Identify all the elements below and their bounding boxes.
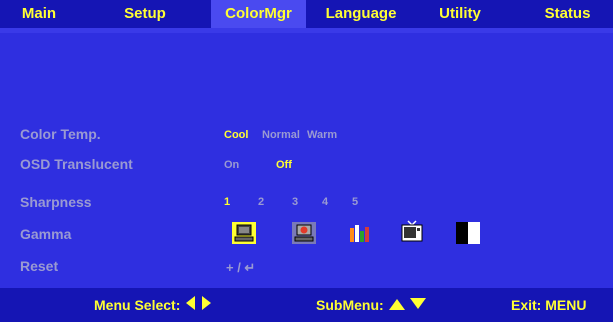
sharpness-option-5[interactable]: 5 (352, 196, 358, 208)
footer-bar: Menu Select: SubMenu: Exit: MENU (0, 288, 613, 322)
osd-translucent-option-off[interactable]: Off (276, 159, 292, 171)
osd-menu: Main Setup ColorMgr Language Utility Sta… (0, 0, 613, 322)
gamma-pc-icon[interactable] (232, 222, 256, 244)
sharpness-label: Sharpness (20, 194, 92, 210)
submenu-label: SubMenu: (316, 297, 384, 313)
tab-language[interactable]: Language (316, 0, 406, 28)
tab-bar: Main Setup ColorMgr Language Utility Sta… (0, 0, 613, 28)
tab-colormgr[interactable]: ColorMgr (211, 0, 306, 28)
tab-divider (0, 28, 613, 33)
arrow-right-icon (200, 289, 212, 323)
arrow-left-icon (184, 289, 196, 323)
color-temp-option-normal[interactable]: Normal (262, 129, 300, 141)
arrow-down-icon (409, 289, 427, 323)
gamma-chart-icon[interactable] (348, 222, 372, 244)
menu-select-hint: Menu Select: (94, 288, 212, 322)
tab-status[interactable]: Status (530, 0, 605, 28)
reset-hint[interactable]: + / ↵ (226, 260, 255, 276)
menu-select-label: Menu Select: (94, 297, 181, 313)
sharpness-option-4[interactable]: 4 (322, 196, 328, 208)
gamma-tv-icon[interactable] (400, 220, 424, 242)
gamma-label: Gamma (20, 226, 72, 242)
tab-setup[interactable]: Setup (100, 0, 190, 28)
color-temp-label: Color Temp. (20, 126, 101, 142)
sharpness-option-3[interactable]: 3 (292, 196, 298, 208)
color-temp-option-cool[interactable]: Cool (224, 129, 248, 141)
arrow-up-icon (388, 289, 406, 323)
osd-translucent-option-on[interactable]: On (224, 159, 239, 171)
tab-main[interactable]: Main (0, 0, 78, 28)
sharpness-option-2[interactable]: 2 (258, 196, 264, 208)
gamma-black-white-icon[interactable] (456, 222, 480, 244)
sharpness-option-1[interactable]: 1 (224, 196, 230, 208)
reset-label: Reset (20, 258, 59, 274)
gamma-video-icon[interactable] (292, 222, 316, 244)
exit-hint: Exit: MENU (511, 297, 587, 313)
osd-translucent-label: OSD Translucent (20, 156, 133, 172)
tab-utility[interactable]: Utility (425, 0, 495, 28)
color-temp-option-warm[interactable]: Warm (307, 129, 337, 141)
submenu-hint: SubMenu: (316, 288, 427, 322)
